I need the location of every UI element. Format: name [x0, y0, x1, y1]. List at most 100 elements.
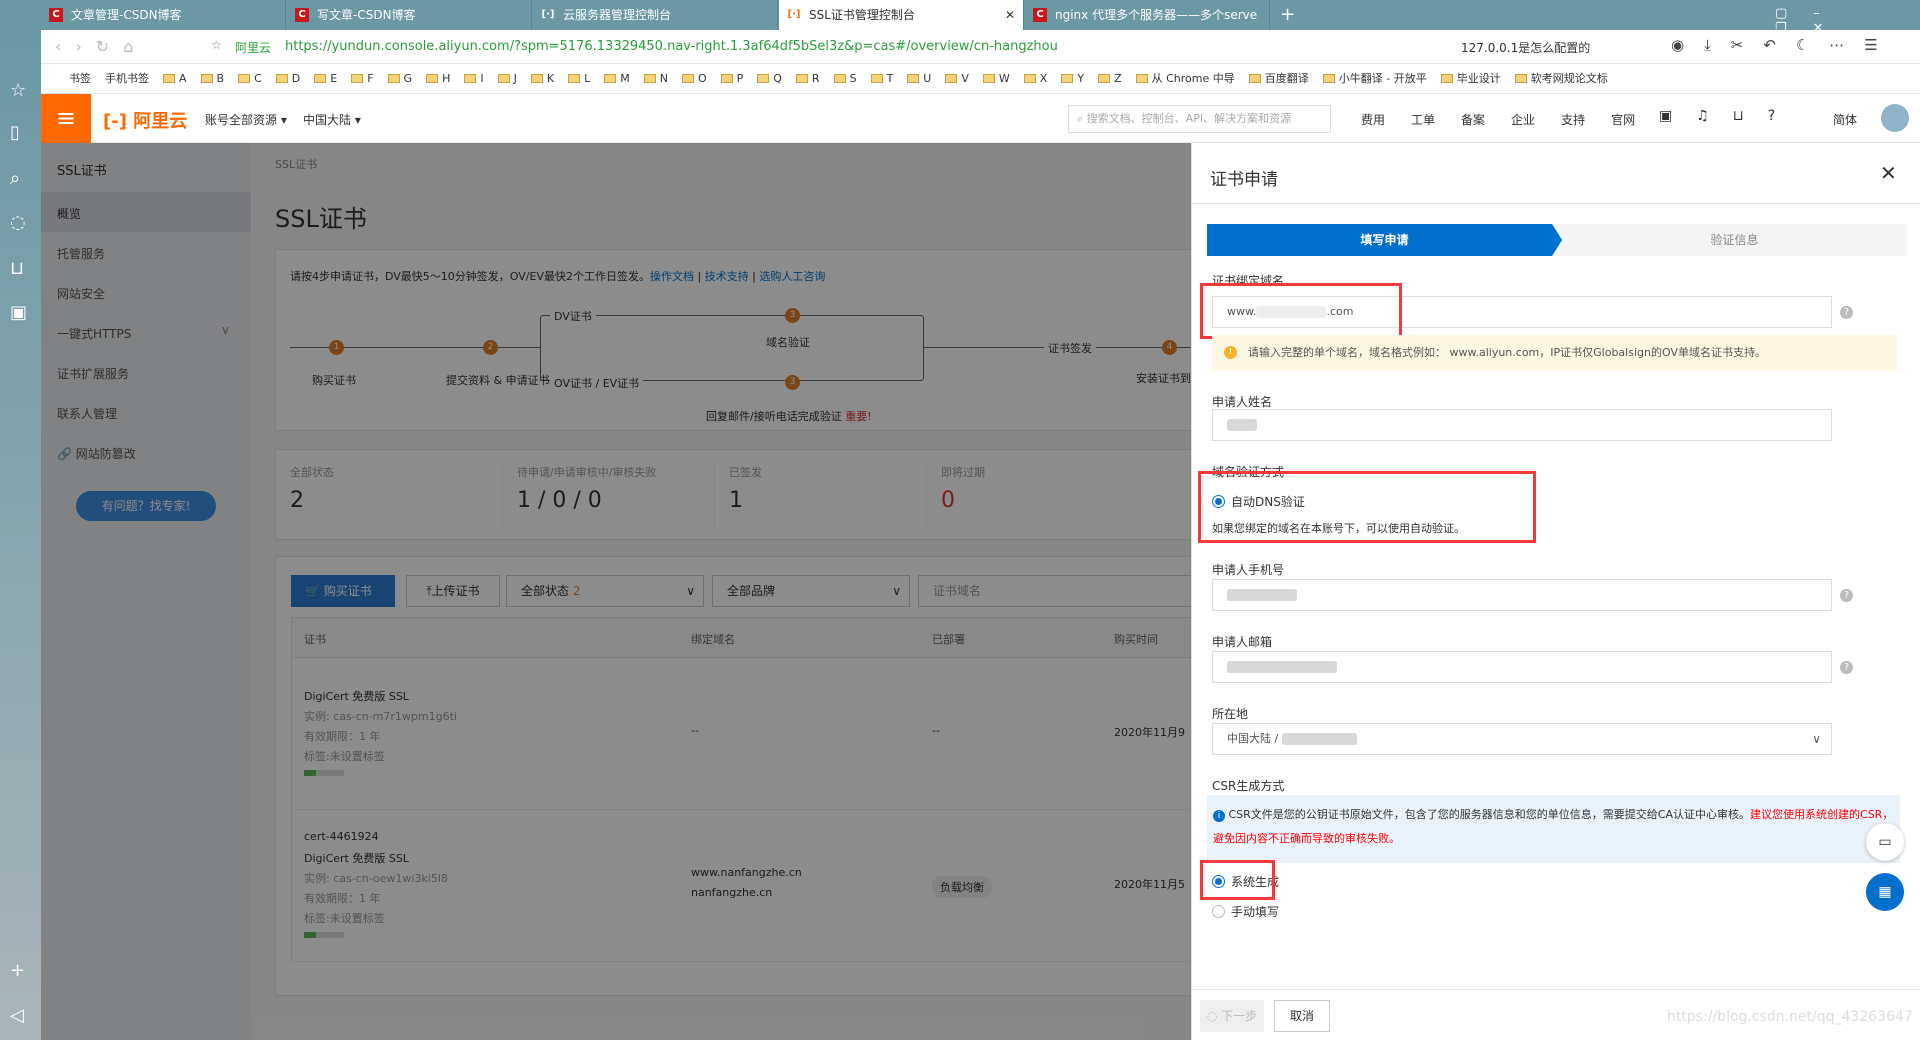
bookmark-label: Q	[773, 72, 782, 85]
bookmark-item[interactable]: Y	[1061, 64, 1084, 93]
bookmark-item[interactable]: 毕业设计	[1440, 64, 1501, 93]
bookmark-item[interactable]: B	[200, 64, 224, 93]
close-icon[interactable]: ✕	[1880, 161, 1897, 185]
search-icon[interactable]: ⌕	[10, 168, 20, 189]
modal-overlay[interactable]	[41, 143, 1191, 1040]
browser-tab-active[interactable]: [·] SSL证书管理控制台 ✕	[779, 0, 1024, 30]
cert-apply-drawer: 证书申请 ✕ 填写申请 验证信息 证书绑定域名 www. .com ? ! 请输入完…	[1191, 143, 1920, 1040]
folder-icon	[1023, 74, 1036, 83]
aliyun-logo[interactable]: [-] 阿里云	[103, 107, 187, 133]
language-switch[interactable]: 简体	[1833, 111, 1857, 128]
topnav-link[interactable]: 官网	[1611, 113, 1635, 127]
url-input[interactable]: https://yundun.console.aliyun.com/?spm=5…	[285, 39, 1058, 54]
bookmark-item[interactable]: H	[426, 64, 451, 93]
bookmark-item[interactable]: G	[387, 64, 412, 93]
bookmark-item[interactable]: Z	[1098, 64, 1122, 93]
bookmark-label: D	[291, 72, 301, 85]
bookmark-item[interactable]: A	[163, 64, 187, 93]
bookmark-item[interactable]: D	[275, 64, 301, 93]
step-fill-application: 填写申请	[1207, 224, 1562, 256]
email-input[interactable]	[1212, 651, 1832, 683]
bookmark-item[interactable]: U	[907, 64, 931, 93]
next-button[interactable]: ◌ 下一步	[1200, 1000, 1264, 1032]
bookmark-item[interactable]: R	[795, 64, 820, 93]
console-search-input[interactable]: ⌕ 搜索文档、控制台、API、解决方案和资源	[1068, 105, 1331, 133]
radio-manual[interactable]: 手动填写	[1212, 903, 1279, 920]
bookmark-star-icon[interactable]: ☆	[211, 38, 222, 52]
drawer-title: 证书申请	[1210, 170, 1278, 190]
csdn-icon: C	[1033, 8, 1047, 22]
cart-icon[interactable]: ⊔	[10, 258, 24, 279]
bookmark-item[interactable]: 从 Chrome 中导	[1135, 64, 1235, 93]
bookmark-item[interactable]: V	[945, 64, 969, 93]
topnav-link[interactable]: 支持	[1561, 113, 1585, 127]
bookmark-item[interactable]: S	[833, 64, 857, 93]
browser-tab[interactable]: C 写文章-CSDN博客	[287, 0, 532, 30]
chat-icon[interactable]: ▭	[1866, 823, 1904, 861]
bookmark-item[interactable]: 软考网规论文标	[1514, 64, 1608, 93]
highlight-box	[1198, 471, 1536, 543]
folder-icon	[200, 74, 213, 83]
close-tab-icon[interactable]: ✕	[1005, 0, 1015, 30]
domain-tip: ! 请输入完整的单个域名，域名格式例如： www.aliyun.com，IP证书仅…	[1212, 335, 1897, 371]
help-icon[interactable]: ?	[1840, 589, 1853, 602]
bookmark-item[interactable]: E	[314, 64, 337, 93]
bookmark-label: M	[620, 72, 630, 85]
apps-icon[interactable]: ▦	[1866, 873, 1904, 911]
applicant-name-input[interactable]	[1212, 409, 1832, 441]
collapse-icon[interactable]: ◁	[10, 1005, 24, 1026]
new-tab-button[interactable]: +	[1280, 4, 1295, 25]
help-icon[interactable]: ?	[1840, 661, 1853, 674]
phone-input[interactable]	[1212, 579, 1832, 611]
bookmark-item[interactable]: 百度翻译	[1248, 64, 1309, 93]
topnav-link[interactable]: 企业	[1511, 113, 1535, 127]
bookmark-item[interactable]: O	[681, 64, 707, 93]
name-label: 申请人姓名	[1212, 395, 1273, 409]
bookmark-label: O	[697, 72, 707, 85]
add-icon[interactable]: +	[10, 960, 25, 981]
bookmark-item[interactable]: 书签	[69, 64, 91, 93]
topnav-link[interactable]: 备案	[1461, 113, 1485, 127]
bookmark-item[interactable]: P	[720, 64, 743, 93]
star-icon[interactable]: ☆	[10, 80, 26, 101]
nav-buttons[interactable]: ‹›↻⌂	[55, 37, 147, 56]
bookmark-label: H	[442, 72, 451, 85]
chat-icon[interactable]: ◌	[10, 212, 26, 233]
bookmark-item[interactable]: 手机书签	[105, 64, 149, 93]
browser-toolbar-icons[interactable]: ◉⤓✂↶☾⋯☰	[1671, 36, 1898, 54]
bookmark-item[interactable]: C	[238, 64, 262, 93]
translate-icon[interactable]: ▣	[10, 302, 27, 323]
bookmark-label: S	[849, 72, 857, 85]
account-dropdown[interactable]: 账号全部资源 ▾	[205, 111, 287, 128]
bookmark-item[interactable]: 小牛翻译 - 开放平	[1322, 64, 1427, 93]
folder-icon	[795, 74, 808, 83]
help-icon[interactable]: ?	[1840, 306, 1853, 319]
browser-search[interactable]: 127.0.0.1是怎么配置的	[1461, 39, 1590, 56]
bookmark-item[interactable]: N	[643, 64, 668, 93]
topnav-link[interactable]: 工单	[1411, 113, 1435, 127]
cancel-button[interactable]: 取消	[1274, 1000, 1330, 1032]
bookmark-item[interactable]: W	[982, 64, 1010, 93]
folder-icon	[1135, 74, 1148, 83]
location-select[interactable]: 中国大陆 / ∨	[1212, 723, 1832, 755]
address-bar: ‹›↻⌂ ☆ 阿里云 https://yundun.console.aliyun…	[41, 30, 1920, 64]
bookmark-item[interactable]: X	[1023, 64, 1047, 93]
bookmark-item[interactable]: T	[870, 64, 893, 93]
topnav-icons[interactable]: ▣♫⊔?	[1659, 108, 1799, 124]
region-dropdown[interactable]: 中国大陆 ▾	[303, 111, 361, 128]
bookmark-item[interactable]: K	[530, 64, 554, 93]
browser-tab[interactable]: [·] 云服务器管理控制台	[533, 0, 778, 30]
avatar[interactable]	[1881, 104, 1909, 132]
browser-tab[interactable]: Cnginx 代理多个服务器——多个serve	[1025, 0, 1270, 30]
browser-tab[interactable]: C 文章管理-CSDN博客	[41, 0, 286, 30]
bookmarks-bar: 书签 手机书签 A B C D E F G H I J K L M N O P Q R S T U V W X Y Z 从 Chrome…	[41, 64, 1920, 94]
bookmark-item[interactable]: Q	[757, 64, 782, 93]
bookmark-item[interactable]: I	[464, 64, 484, 93]
bookmark-item[interactable]: L	[568, 64, 590, 93]
bookmark-item[interactable]: J	[497, 64, 517, 93]
bookmark-item[interactable]: M	[604, 64, 630, 93]
topnav-link[interactable]: 费用	[1361, 113, 1385, 127]
menu-icon[interactable]: ≡	[41, 94, 91, 143]
book-icon[interactable]: ▯	[10, 122, 20, 143]
bookmark-item[interactable]: F	[351, 64, 374, 93]
